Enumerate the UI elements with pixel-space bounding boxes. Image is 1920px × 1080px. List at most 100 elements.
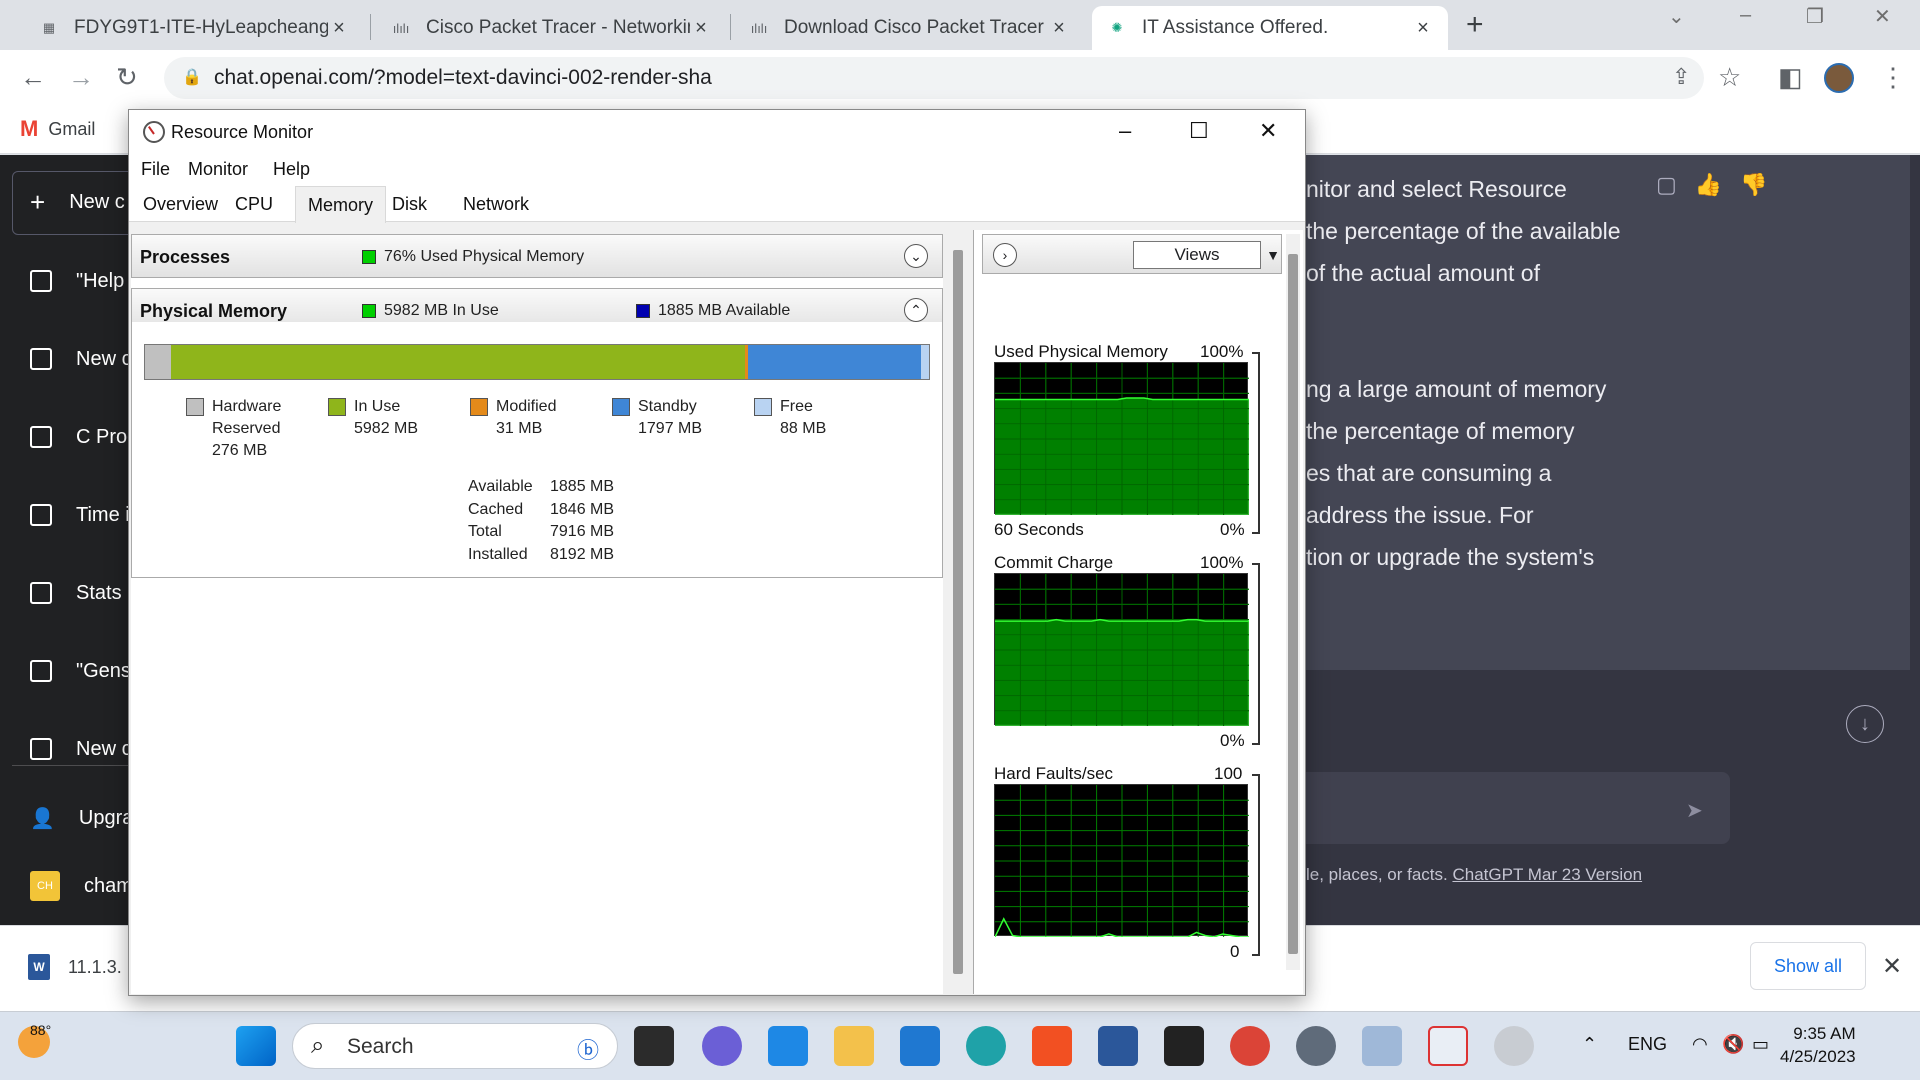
share-icon[interactable]: ⇪ — [1672, 64, 1690, 90]
star-icon[interactable]: ☆ — [1718, 62, 1741, 93]
minimize-icon[interactable]: – — [1119, 118, 1131, 144]
url-text[interactable]: chat.openai.com/?model=text-davinci-002-… — [214, 66, 712, 90]
settings-icon[interactable] — [1296, 1026, 1336, 1066]
menu-icon[interactable]: ⋮ — [1880, 62, 1906, 93]
minimize-icon[interactable]: – — [1740, 4, 1751, 27]
views-button[interactable]: Views — [1133, 241, 1261, 269]
sidebar-item[interactable]: Stats — [30, 578, 122, 608]
profile-avatar[interactable] — [1824, 63, 1854, 93]
start-icon[interactable] — [236, 1026, 276, 1066]
browser-tab-4[interactable]: ✺ IT Assistance Offered. × — [1092, 6, 1448, 50]
resource-monitor-icon[interactable] — [1494, 1026, 1534, 1066]
bookmark-gmail[interactable]: M Gmail — [20, 116, 95, 142]
sidebar-divider — [12, 765, 140, 766]
terminal-icon[interactable] — [1164, 1026, 1204, 1066]
browser-tab-2[interactable]: ılılı Cisco Packet Tracer - Networking × — [376, 6, 726, 50]
tab-disk[interactable]: Disk — [392, 194, 427, 215]
sidebar-item[interactable]: C Prog — [30, 422, 138, 452]
l-app-icon[interactable] — [768, 1026, 808, 1066]
maximize-icon[interactable]: ☐ — [1189, 118, 1209, 144]
stat-row: Available 1885 MB — [468, 476, 614, 499]
close-tab-icon[interactable]: × — [690, 17, 712, 40]
lock-icon[interactable]: 🔒 — [182, 67, 202, 87]
sidebar-item[interactable]: 👤 Upgra — [30, 803, 133, 833]
chat-app-icon[interactable] — [702, 1026, 742, 1066]
summary-text: 76% Used Physical Memory — [384, 248, 585, 265]
section-title: Processes — [140, 247, 231, 267]
word-icon[interactable] — [1098, 1026, 1138, 1066]
bing-icon[interactable]: ⓑ — [577, 1033, 599, 1065]
legend-text: 31 MB — [496, 420, 543, 437]
menu-monitor[interactable]: Monitor — [188, 159, 248, 180]
response-line: nitor and select Resource — [1306, 176, 1567, 202]
scrollbar-thumb[interactable] — [1288, 254, 1298, 954]
tab-cpu[interactable]: CPU — [235, 194, 273, 215]
chrome-icon[interactable] — [1230, 1026, 1270, 1066]
scroll-down-button[interactable]: ↓ — [1846, 705, 1884, 743]
sidebar-item[interactable]: Time i — [30, 500, 130, 530]
chevron-up-icon[interactable]: ⌃ — [904, 298, 928, 322]
clock[interactable]: 9:35 AM 4/25/2023 — [1780, 1022, 1856, 1068]
graphs-scrollbar[interactable] — [1286, 234, 1300, 970]
store-icon[interactable] — [1032, 1026, 1072, 1066]
close-tab-icon[interactable]: × — [1048, 17, 1070, 40]
thumbs-down-icon[interactable]: 👎 — [1740, 172, 1767, 198]
show-all-button[interactable]: Show all — [1750, 942, 1866, 990]
copy-icon[interactable]: ▢ — [1656, 172, 1677, 198]
close-icon[interactable]: ✕ — [1259, 118, 1277, 144]
sidebar-item[interactable]: "Gens — [30, 656, 131, 686]
close-tab-icon[interactable]: × — [328, 17, 350, 40]
tab-network[interactable]: Network — [463, 194, 529, 215]
vscode-icon[interactable] — [900, 1026, 940, 1066]
perfmon-icon[interactable] — [1362, 1026, 1402, 1066]
battery-icon[interactable]: ▭ — [1752, 1034, 1769, 1055]
file-explorer-icon[interactable] — [834, 1026, 874, 1066]
processes-header[interactable]: Processes 76% Used Physical Memory ⌄ — [131, 234, 943, 278]
sidebar-item[interactable]: CH chamr — [30, 871, 140, 901]
browser-tab-3[interactable]: ılılı Download Cisco Packet Tracer | N × — [734, 6, 1084, 50]
menu-file[interactable]: File — [141, 159, 170, 180]
wifi-icon[interactable]: ◠ — [1692, 1034, 1708, 1055]
close-window-icon[interactable]: ✕ — [1874, 4, 1891, 29]
taskbar-search[interactable]: ⌕ Search ⓑ — [292, 1023, 618, 1069]
task-view-icon[interactable] — [634, 1026, 674, 1066]
side-panel-icon[interactable]: ◧ — [1778, 62, 1803, 93]
snipping-icon[interactable] — [1428, 1026, 1468, 1066]
thumbs-up-icon[interactable]: 👍 — [1695, 172, 1722, 198]
chat-icon — [30, 582, 52, 604]
chevron-down-icon[interactable]: ⌄ — [904, 244, 928, 268]
chat-input[interactable] — [1290, 772, 1730, 844]
sidebar-item[interactable]: + New c — [30, 187, 125, 217]
address-bar[interactable]: 🔒 chat.openai.com/?model=text-davinci-00… — [164, 57, 1704, 99]
chevron-right-icon[interactable]: › — [993, 243, 1017, 267]
graph-scale-bracket — [1252, 774, 1260, 956]
back-icon[interactable]: ← — [20, 62, 46, 93]
sidebar-item[interactable]: "Help — [30, 266, 124, 296]
download-item[interactable]: W 11.1.3. — [28, 954, 122, 980]
send-icon[interactable]: ➤ — [1686, 798, 1703, 823]
sidebar-item[interactable]: New c — [30, 344, 132, 374]
restore-icon[interactable]: ❐ — [1806, 4, 1824, 29]
edge-icon[interactable] — [966, 1026, 1006, 1066]
language-indicator[interactable]: ENG — [1628, 1034, 1667, 1055]
sidebar-item[interactable]: New c — [30, 734, 132, 764]
left-pane-scrollbar[interactable] — [951, 234, 965, 994]
new-tab-button[interactable]: + — [1466, 8, 1484, 42]
forward-icon[interactable]: → — [68, 62, 94, 93]
reload-icon[interactable]: ↻ — [116, 62, 138, 93]
tab-overview[interactable]: Overview — [143, 194, 218, 215]
tab-memory[interactable]: Memory — [295, 186, 387, 223]
scrollbar-thumb[interactable] — [953, 250, 963, 974]
browser-tab-1[interactable]: ▦ FDYG9T1-ITE-HyLeapcheang: Att × — [24, 6, 364, 50]
response-tools: ▢ 👍 👎 — [1656, 172, 1768, 198]
close-icon[interactable]: ✕ — [1882, 952, 1902, 981]
window-titlebar[interactable]: Resource Monitor – ☐ ✕ — [129, 110, 1305, 154]
tab-search-icon[interactable]: ⌄ — [1668, 4, 1685, 29]
version-link[interactable]: ChatGPT Mar 23 Version — [1452, 865, 1642, 884]
dropdown-arrow-icon[interactable]: ▼ — [1263, 241, 1283, 269]
mute-icon[interactable]: 🔇 — [1722, 1034, 1744, 1055]
menu-help[interactable]: Help — [273, 159, 310, 180]
response-line: ng a large amount of memory — [1306, 376, 1607, 402]
close-tab-icon[interactable]: × — [1412, 17, 1434, 40]
chevron-up-icon[interactable]: ⌃ — [1582, 1034, 1597, 1055]
